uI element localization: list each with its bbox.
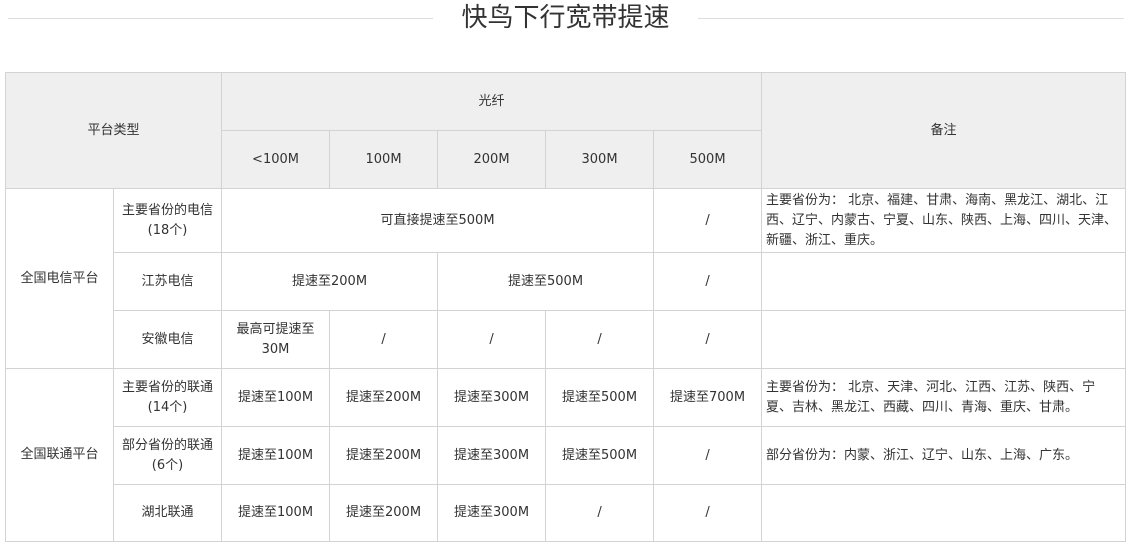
remark-cell: 主要省份为： 北京、福建、甘肃、海南、黑龙江、湖北、江西、辽宁、内蒙古、宁夏、山… — [761, 188, 1127, 253]
speed-cell: / — [545, 310, 655, 369]
header-speed-500: 500M — [653, 130, 763, 189]
speed-cell: 可直接提速至500M — [221, 188, 655, 253]
speed-cell: 提速至200M — [329, 484, 439, 542]
row-name: 部分省份的联通(6个) — [112, 426, 223, 485]
header-speed-lt100: <100M — [221, 130, 331, 189]
page-title: 快鸟下行宽带提速 — [461, 3, 670, 33]
title-divider-left — [8, 18, 433, 19]
remark-cell: 部分省份为：内蒙、浙江、辽宁、山东、上海、广东。 — [761, 426, 1127, 485]
remark-cell — [761, 252, 1127, 311]
remark-cell — [761, 484, 1127, 542]
speed-cell: 提速至300M — [437, 426, 547, 485]
row-name: 主要省份的联通(14个) — [112, 368, 223, 427]
speed-cell: 提速至100M — [221, 426, 331, 485]
header-speed-300: 300M — [545, 130, 655, 189]
speed-cell: 提速至200M — [221, 252, 439, 311]
speed-cell: / — [653, 252, 763, 311]
platform-telecom: 全国电信平台 — [5, 188, 114, 369]
title-divider-right — [698, 18, 1124, 19]
speed-cell: / — [437, 310, 547, 369]
speed-cell: 提速至200M — [329, 426, 439, 485]
speed-cell: / — [653, 484, 763, 542]
speed-cell: / — [545, 484, 655, 542]
speed-cell: / — [653, 426, 763, 485]
table-row: 全国电信平台 主要省份的电信(18个) 可直接提速至500M / 主要省份为： … — [5, 188, 1127, 369]
speed-cell: 提速至100M — [221, 368, 331, 427]
remark-cell: 主要省份为： 北京、天津、河北、江西、江苏、陕西、宁夏、吉林、黑龙江、西藏、四川… — [761, 368, 1127, 427]
header-speed-200: 200M — [437, 130, 547, 189]
platform-unicom: 全国联通平台 — [5, 368, 114, 542]
table-row: 安徽电信 最高可提速至30M / / / / — [6, 310, 1127, 369]
table-row: 部分省份的联通(6个) 提速至100M 提速至200M 提速至300M 提速至5… — [6, 426, 1127, 485]
speed-cell: 提速至700M — [653, 368, 763, 427]
speed-cell: 提速至500M — [437, 252, 655, 311]
header-fiber: 光纤 — [221, 72, 763, 131]
row-name: 湖北联通 — [112, 484, 223, 542]
speed-cell: / — [329, 310, 439, 369]
speed-cell: 提速至100M — [221, 484, 331, 542]
header-row: 平台类型 光纤 备注 — [4, 72, 1127, 189]
speed-cell: 提速至500M — [545, 368, 655, 427]
speed-cell: 提速至300M — [437, 368, 547, 427]
speed-cell: 提速至300M — [437, 484, 547, 542]
speed-cell: 提速至200M — [329, 368, 439, 427]
title-bar: 快鸟下行宽带提速 — [0, 0, 1132, 36]
table-row: 江苏电信 提速至200M 提速至500M / — [6, 252, 1127, 311]
remark-cell — [761, 310, 1127, 369]
speed-cell: 最高可提速至30M — [221, 310, 331, 369]
table-row: 湖北联通 提速至100M 提速至200M 提速至300M / / — [6, 484, 1127, 542]
header-remark: 备注 — [761, 72, 1127, 189]
speed-cell: / — [653, 310, 763, 369]
row-name: 安徽电信 — [112, 310, 223, 369]
speedup-table: 平台类型 光纤 备注 <100M 100M 200M 300M 500M 全国电… — [4, 72, 1127, 542]
header-speed-100: 100M — [329, 130, 439, 189]
table-row: 全国联通平台 主要省份的联通(14个) 提速至100M 提速至200M 提速至3… — [5, 368, 1127, 542]
row-name: 主要省份的电信(18个) — [112, 188, 223, 253]
speed-cell: / — [653, 188, 763, 253]
speed-cell: 提速至500M — [545, 426, 655, 485]
header-platform-type: 平台类型 — [4, 72, 223, 189]
row-name: 江苏电信 — [112, 252, 223, 311]
